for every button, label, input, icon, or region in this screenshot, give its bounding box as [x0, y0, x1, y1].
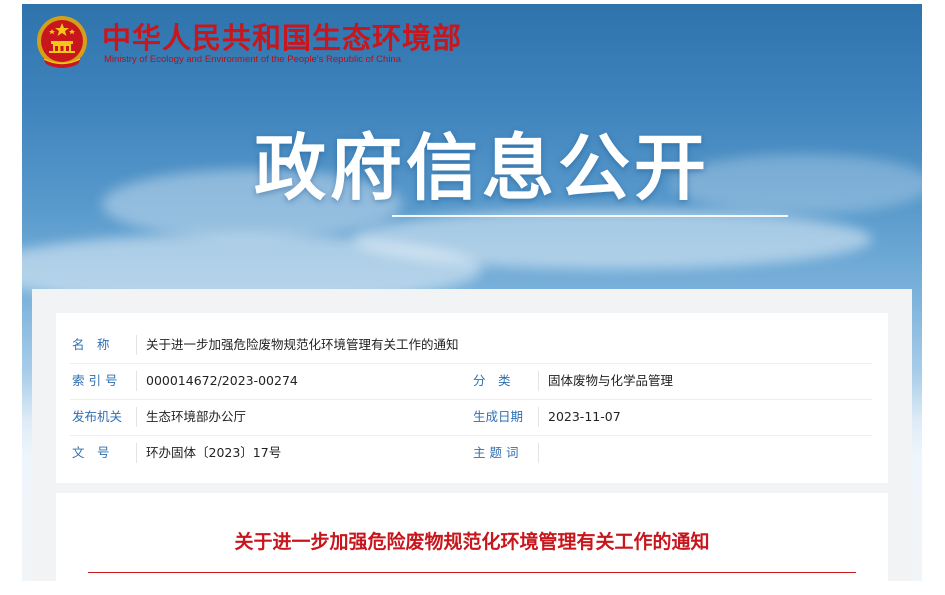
divider	[136, 407, 137, 427]
issuer-label: 发布机关	[72, 409, 123, 424]
doc-no-label: 文 号	[72, 445, 110, 460]
subject-label: 主 题 词	[473, 445, 519, 460]
title-underline	[88, 572, 856, 573]
metadata-row-name: 名 称 关于进一步加强危险废物规范化环境管理有关工作的通知	[70, 327, 872, 364]
divider	[136, 443, 137, 463]
doc-no-value: 环办固体〔2023〕17号	[146, 445, 282, 460]
divider	[136, 371, 137, 391]
metadata-row-doc-no: 文 号 环办固体〔2023〕17号 主 题 词	[70, 435, 872, 471]
document-body-card: 关于进一步加强危险废物规范化环境管理有关工作的通知	[56, 493, 888, 581]
index-value: 000014672/2023-00274	[146, 373, 298, 388]
divider	[538, 407, 539, 427]
banner-title: 政府信息公开	[253, 126, 710, 210]
date-label: 生成日期	[473, 409, 524, 424]
metadata-row-issuer: 发布机关 生态环境部办公厅 生成日期 2023-11-07	[70, 399, 872, 436]
divider	[136, 335, 137, 355]
page-frame: 中华人民共和国生态环境部 Ministry of Ecology and Env…	[22, 4, 922, 581]
divider	[538, 371, 539, 391]
document-title: 关于进一步加强危险废物规范化环境管理有关工作的通知	[234, 531, 710, 553]
ministry-name-en[interactable]: Ministry of Ecology and Environment of t…	[104, 54, 401, 65]
issuer-value: 生态环境部办公厅	[146, 409, 247, 424]
date-value: 2023-11-07	[548, 409, 621, 424]
divider	[538, 443, 539, 463]
name-value: 关于进一步加强危险废物规范化环境管理有关工作的通知	[146, 337, 459, 352]
category-value: 固体废物与化学品管理	[548, 373, 674, 388]
category-label: 分 类	[473, 373, 511, 388]
metadata-row-index: 索 引 号 000014672/2023-00274 分 类 固体废物与化学品管…	[70, 363, 872, 400]
name-label: 名 称	[72, 337, 110, 352]
ministry-name-cn[interactable]: 中华人民共和国生态环境部	[102, 15, 462, 57]
banner-divider	[392, 215, 788, 217]
national-emblem-icon[interactable]	[34, 14, 90, 72]
index-label: 索 引 号	[72, 373, 118, 388]
document-metadata-card: 名 称 关于进一步加强危险废物规范化环境管理有关工作的通知 索 引 号 0000…	[56, 313, 888, 483]
